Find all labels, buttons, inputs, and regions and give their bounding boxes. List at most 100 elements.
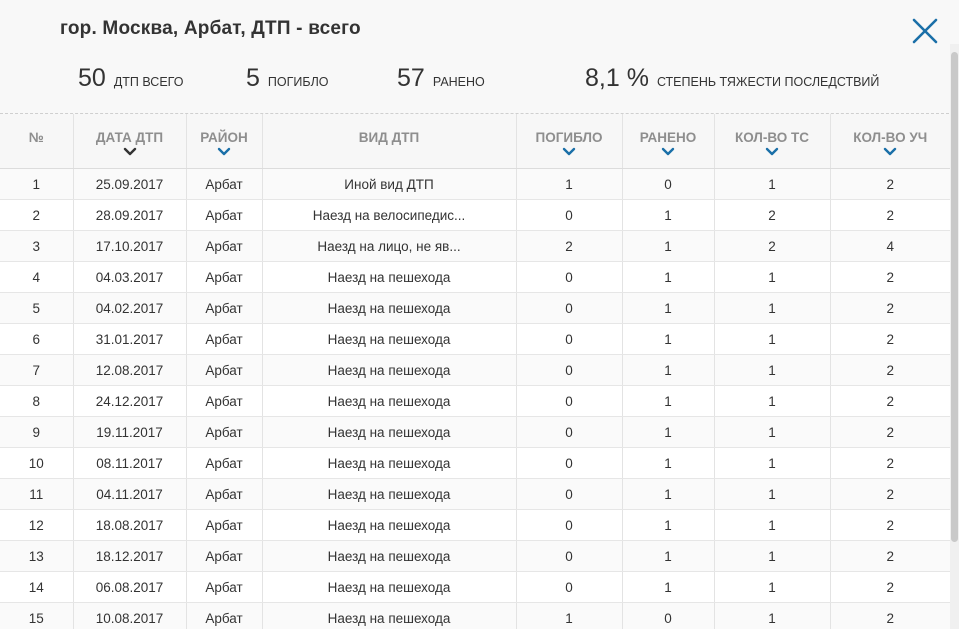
cell-injured: 1 [622, 478, 715, 510]
cell-killed: 0 [516, 447, 623, 479]
cell-vehicles: 1 [714, 168, 831, 200]
cell-vehicles: 1 [714, 416, 831, 448]
cell-district: Арбат [186, 261, 263, 293]
cell-district: Арбат [186, 478, 263, 510]
table-row[interactable]: 1 25.09.2017 Арбат Иной вид ДТП 1 0 1 2 [0, 168, 950, 200]
stat-severity-value: 8,1 % [585, 64, 649, 92]
column-header-injured[interactable]: Ранено [622, 114, 715, 169]
cell-vehicles: 1 [714, 385, 831, 417]
cell-participants: 2 [830, 261, 950, 293]
cell-type: Наезд на лицо, не яв... [262, 230, 517, 262]
cell-injured: 1 [622, 571, 715, 603]
cell-injured: 0 [622, 602, 715, 629]
table-row[interactable]: 7 12.08.2017 Арбат Наезд на пешехода 0 1 1 2 [0, 354, 950, 386]
chevron-down-icon [661, 147, 675, 156]
cell-number: 10 [0, 447, 74, 479]
cell-participants: 2 [830, 292, 950, 324]
cell-type: Иной вид ДТП [262, 168, 517, 200]
cell-type: Наезд на велосипедис... [262, 199, 517, 231]
column-header-district[interactable]: Район [186, 114, 263, 169]
scrollbar-thumb[interactable] [951, 52, 958, 542]
cell-district: Арбат [186, 416, 263, 448]
chevron-down-icon [765, 147, 779, 156]
stat-severity-label: степень тяжести последствий [656, 75, 880, 89]
cell-date: 17.10.2017 [73, 230, 187, 262]
column-header-label: Дата ДТП [95, 130, 164, 145]
column-header-label: Кол-во уч [853, 130, 928, 145]
cell-injured: 1 [622, 323, 715, 355]
cell-type: Наезд на пешехода [262, 571, 517, 603]
column-header-participants[interactable]: Кол-во уч [830, 114, 950, 169]
cell-vehicles: 1 [714, 354, 831, 386]
cell-killed: 2 [516, 230, 623, 262]
cell-injured: 1 [622, 385, 715, 417]
table-row[interactable]: 15 10.08.2017 Арбат Наезд на пешехода 1 0 1 2 [0, 602, 950, 629]
cell-date: 04.03.2017 [73, 261, 187, 293]
cell-number: 8 [0, 385, 74, 417]
cell-type: Наезд на пешехода [262, 540, 517, 572]
cell-vehicles: 1 [714, 540, 831, 572]
cell-number: 13 [0, 540, 74, 572]
column-header-killed[interactable]: Погибло [516, 114, 623, 169]
cell-number: 9 [0, 416, 74, 448]
column-header-date[interactable]: Дата ДТП [73, 114, 187, 169]
table-row[interactable]: 4 04.03.2017 Арбат Наезд на пешехода 0 1 1 2 [0, 261, 950, 293]
cell-killed: 0 [516, 323, 623, 355]
table-row[interactable]: 14 06.08.2017 Арбат Наезд на пешехода 0 1 1 2 [0, 571, 950, 603]
column-header-label: Погибло [535, 130, 603, 145]
cell-injured: 1 [622, 261, 715, 293]
cell-number: 15 [0, 602, 74, 629]
cell-number: 1 [0, 168, 74, 200]
cell-type: Наезд на пешехода [262, 292, 517, 324]
cell-participants: 2 [830, 199, 950, 231]
table-row[interactable]: 9 19.11.2017 Арбат Наезд на пешехода 0 1 1 2 [0, 416, 950, 448]
cell-vehicles: 1 [714, 509, 831, 541]
cell-district: Арбат [186, 292, 263, 324]
vertical-scrollbar[interactable] [950, 44, 959, 629]
table-row[interactable]: 5 04.02.2017 Арбат Наезд на пешехода 0 1 1 2 [0, 292, 950, 324]
cell-killed: 0 [516, 199, 623, 231]
cell-killed: 0 [516, 571, 623, 603]
cell-injured: 1 [622, 230, 715, 262]
stat-total-value: 50 [78, 64, 106, 92]
cell-injured: 1 [622, 199, 715, 231]
cell-number: 3 [0, 230, 74, 262]
accidents-table-container: № Дата ДТП Район Вид ДТП Погибло Ранено Кол-во… [0, 114, 950, 629]
summary-stats: 50 ДТП всего 5 погибло 57 ранено 8,1 % степе… [0, 64, 959, 96]
cell-district: Арбат [186, 168, 263, 200]
cell-vehicles: 1 [714, 261, 831, 293]
cell-date: 31.01.2017 [73, 323, 187, 355]
table-row[interactable]: 8 24.12.2017 Арбат Наезд на пешехода 0 1 1 2 [0, 385, 950, 417]
cell-killed: 0 [516, 292, 623, 324]
cell-number: 5 [0, 292, 74, 324]
close-button[interactable] [910, 16, 940, 46]
table-header-row: № Дата ДТП Район Вид ДТП Погибло Ранено Кол-во… [0, 114, 950, 169]
cell-participants: 2 [830, 354, 950, 386]
cell-district: Арбат [186, 354, 263, 386]
cell-participants: 2 [830, 478, 950, 510]
cell-number: 6 [0, 323, 74, 355]
cell-participants: 2 [830, 602, 950, 629]
table-row[interactable]: 3 17.10.2017 Арбат Наезд на лицо, не яв... 2… [0, 230, 950, 262]
cell-injured: 1 [622, 416, 715, 448]
cell-vehicles: 2 [714, 230, 831, 262]
table-row[interactable]: 2 28.09.2017 Арбат Наезд на велосипедис... 0… [0, 199, 950, 231]
cell-type: Наезд на пешехода [262, 261, 517, 293]
table-row[interactable]: 12 18.08.2017 Арбат Наезд на пешехода 0 1 1 2 [0, 509, 950, 541]
column-header-vehicles[interactable]: Кол-во ТС [714, 114, 831, 169]
table-row[interactable]: 10 08.11.2017 Арбат Наезд на пешехода 0 1 1 2 [0, 447, 950, 479]
accidents-table: № Дата ДТП Район Вид ДТП Погибло Ранено Кол-во… [0, 114, 950, 629]
cell-participants: 2 [830, 385, 950, 417]
column-header-label: № [28, 130, 44, 145]
cell-injured: 1 [622, 509, 715, 541]
column-header-label: Ранено [639, 130, 697, 145]
stat-injured-value: 57 [397, 64, 425, 92]
cell-participants: 2 [830, 509, 950, 541]
table-row[interactable]: 13 18.12.2017 Арбат Наезд на пешехода 0 1 1 2 [0, 540, 950, 572]
column-header-label: Район [200, 130, 248, 145]
cell-injured: 0 [622, 168, 715, 200]
stat-killed-label: погибло [267, 75, 329, 89]
table-row[interactable]: 6 31.01.2017 Арбат Наезд на пешехода 0 1 1 2 [0, 323, 950, 355]
cell-participants: 2 [830, 416, 950, 448]
table-row[interactable]: 11 04.11.2017 Арбат Наезд на пешехода 0 1 1 2 [0, 478, 950, 510]
